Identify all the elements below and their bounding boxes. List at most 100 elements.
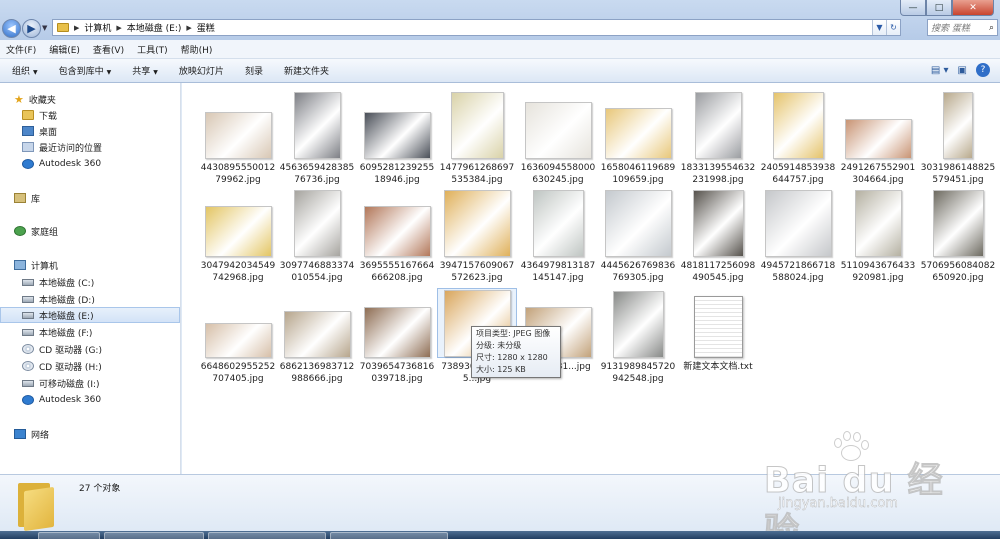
file-item[interactable]: 2491267552901304664.jpg xyxy=(838,89,918,186)
burn-button[interactable]: 刻录 xyxy=(245,64,263,77)
taskbar-app[interactable] xyxy=(104,532,204,539)
menu-edit[interactable]: 编辑(E) xyxy=(49,43,80,56)
file-name: 2405914853938644757.jpg xyxy=(760,163,836,185)
sidebar-item-drive-f[interactable]: 本地磁盘 (F:) xyxy=(0,324,180,340)
image-thumbnail xyxy=(293,190,341,257)
file-item[interactable]: 4945721866718588024.jpg xyxy=(758,187,838,284)
file-item[interactable]: 新建文本文档.txt xyxy=(678,288,758,373)
help-icon[interactable]: ? xyxy=(976,63,990,77)
homegroup-icon xyxy=(14,226,26,236)
file-item[interactable]: 3047942034549742968.jpg xyxy=(198,187,278,284)
file-item[interactable]: 456365942838576736.jpg xyxy=(277,89,357,186)
file-item[interactable]: 3031986148825579451.jpg xyxy=(918,89,998,186)
sidebar-item-homegroup[interactable]: 家庭组 xyxy=(0,223,180,239)
file-item[interactable]: 7039654736816039718.jpg xyxy=(357,288,437,385)
organize-button[interactable]: 组织 ▼ xyxy=(12,64,38,77)
taskbar-app[interactable] xyxy=(330,532,448,539)
sidebar-item-removable-i[interactable]: 可移动磁盘 (I:) xyxy=(0,375,180,391)
hard-drive-icon xyxy=(22,328,34,336)
preview-pane-icon[interactable]: ▣ xyxy=(958,65,967,76)
file-item[interactable]: 5110943676433920981.jpg xyxy=(838,187,918,284)
image-thumbnail xyxy=(204,206,272,257)
sidebar-item-autodesk[interactable]: Autodesk 360 xyxy=(0,156,180,172)
search-input[interactable]: 搜索 蛋糕 xyxy=(931,21,970,34)
file-item[interactable]: 1636094558000630245.jpg xyxy=(518,89,598,186)
minimize-button[interactable]: — xyxy=(900,0,926,16)
sidebar-item-drive-e[interactable]: 本地磁盘 (E:) xyxy=(0,307,180,323)
breadcrumb-drive-e[interactable]: 本地磁盘 (E:) xyxy=(127,21,182,34)
breadcrumb-computer[interactable]: 计算机 xyxy=(84,21,111,34)
menu-tools[interactable]: 工具(T) xyxy=(137,43,168,56)
autodesk-icon xyxy=(22,395,34,405)
menu-file[interactable]: 文件(F) xyxy=(6,43,36,56)
taskbar-app[interactable] xyxy=(208,532,326,539)
image-thumbnail xyxy=(363,112,431,159)
folder-icon xyxy=(18,479,60,532)
share-button[interactable]: 共享 ▼ xyxy=(132,64,158,77)
file-name: 4818117256098490545.jpg xyxy=(680,261,756,283)
slideshow-button[interactable]: 放映幻灯片 xyxy=(179,64,224,77)
file-item[interactable]: 4445626769836769305.jpg xyxy=(598,187,678,284)
file-item[interactable]: 1658046119689109659.jpg xyxy=(598,89,678,186)
history-dropdown-button[interactable]: ▼ xyxy=(872,20,886,35)
forward-button[interactable]: ▶ xyxy=(22,19,41,38)
file-item[interactable]: 9131989845720942548.jpg xyxy=(598,288,678,385)
chevron-right-icon[interactable]: ▶ xyxy=(116,24,121,32)
search-icon[interactable]: ⌕ xyxy=(989,23,994,33)
file-item[interactable]: 3695555167664666208.jpg xyxy=(357,187,437,284)
navigation-pane: ★ 收藏夹 下载 桌面 最近访问的位置 Autodesk 360 库 家庭组 计算… xyxy=(0,83,181,474)
chevron-right-icon[interactable]: ▶ xyxy=(74,24,79,32)
file-item[interactable]: 6862136983712988666.jpg xyxy=(277,288,357,385)
search-box[interactable]: 搜索 蛋糕 ⌕ xyxy=(927,19,998,36)
sidebar-item-computer[interactable]: 计算机 xyxy=(0,257,180,273)
file-list: 443089555001279962.jpg 456365942838576736… xyxy=(182,83,1000,474)
file-item[interactable]: 4364979813187145147.jpg xyxy=(518,187,598,284)
file-item[interactable]: 3097746883374010554.jpg xyxy=(277,187,357,284)
file-name: 3047942034549742968.jpg xyxy=(200,261,276,283)
menu-view[interactable]: 查看(V) xyxy=(93,43,124,56)
maximize-button[interactable]: □ xyxy=(926,0,952,16)
menu-help[interactable]: 帮助(H) xyxy=(181,43,213,56)
breadcrumb-cake[interactable]: 蛋糕 xyxy=(197,21,215,34)
recent-pages-dropdown[interactable]: ▼ xyxy=(42,24,47,32)
image-thumbnail xyxy=(604,190,672,257)
back-button[interactable]: ◀ xyxy=(2,19,21,38)
file-item[interactable]: 1477961268697535384.jpg xyxy=(437,89,517,186)
sidebar-item-libraries[interactable]: 库 xyxy=(0,190,180,206)
view-options-icon[interactable]: ▤ ▾ xyxy=(931,65,949,76)
new-folder-button[interactable]: 新建文件夹 xyxy=(284,64,329,77)
menu-bar: 文件(F) 编辑(E) 查看(V) 工具(T) 帮助(H) xyxy=(0,40,1000,59)
close-button[interactable]: ✕ xyxy=(952,0,994,16)
image-thumbnail xyxy=(532,190,584,257)
sidebar-item-network[interactable]: 网络 xyxy=(0,426,180,442)
include-library-button[interactable]: 包含到库中 ▼ xyxy=(59,64,112,77)
sidebar-item-downloads[interactable]: 下载 xyxy=(0,107,180,123)
file-item[interactable]: 4818117256098490545.jpg xyxy=(678,187,758,284)
sidebar-item-cd-g[interactable]: CD 驱动器 (G:) xyxy=(0,341,180,357)
sidebar-item-desktop[interactable]: 桌面 xyxy=(0,123,180,139)
file-item[interactable]: 3947157609067572623.jpg xyxy=(437,187,517,284)
file-item[interactable]: 5706956084082650920.jpg xyxy=(918,187,998,284)
file-item[interactable]: 2405914853938644757.jpg xyxy=(758,89,838,186)
file-item[interactable]: 6648602955252707405.jpg xyxy=(198,288,278,385)
file-item[interactable]: 443089555001279962.jpg xyxy=(198,89,278,186)
arrow-left-icon: ◀ xyxy=(7,22,16,35)
image-thumbnail xyxy=(204,112,272,159)
file-name: 456365942838576736.jpg xyxy=(279,163,355,185)
file-item[interactable]: 609528123925518946.jpg xyxy=(357,89,437,186)
cd-drive-icon xyxy=(22,361,34,371)
sidebar-item-recent[interactable]: 最近访问的位置 xyxy=(0,139,180,155)
hard-drive-icon xyxy=(22,295,34,303)
refresh-button[interactable]: ↻ xyxy=(886,20,900,35)
file-item[interactable]: 1833139554632231998.jpg xyxy=(678,89,758,186)
address-bar[interactable]: ▶ 计算机 ▶ 本地磁盘 (E:) ▶ 蛋糕 ▼ ↻ xyxy=(52,19,901,36)
chevron-right-icon[interactable]: ▶ xyxy=(186,24,191,32)
file-name: 4945721866718588024.jpg xyxy=(760,261,836,283)
sidebar-item-drive-c[interactable]: 本地磁盘 (C:) xyxy=(0,274,180,290)
sidebar-item-drive-d[interactable]: 本地磁盘 (D:) xyxy=(0,291,180,307)
sidebar-item-cd-h[interactable]: CD 驱动器 (H:) xyxy=(0,358,180,374)
file-name: 3097746883374010554.jpg xyxy=(279,261,355,283)
sidebar-item-autodesk-2[interactable]: Autodesk 360 xyxy=(0,392,180,408)
sidebar-item-favorites[interactable]: ★ 收藏夹 xyxy=(0,91,180,107)
taskbar-app[interactable] xyxy=(38,532,100,539)
